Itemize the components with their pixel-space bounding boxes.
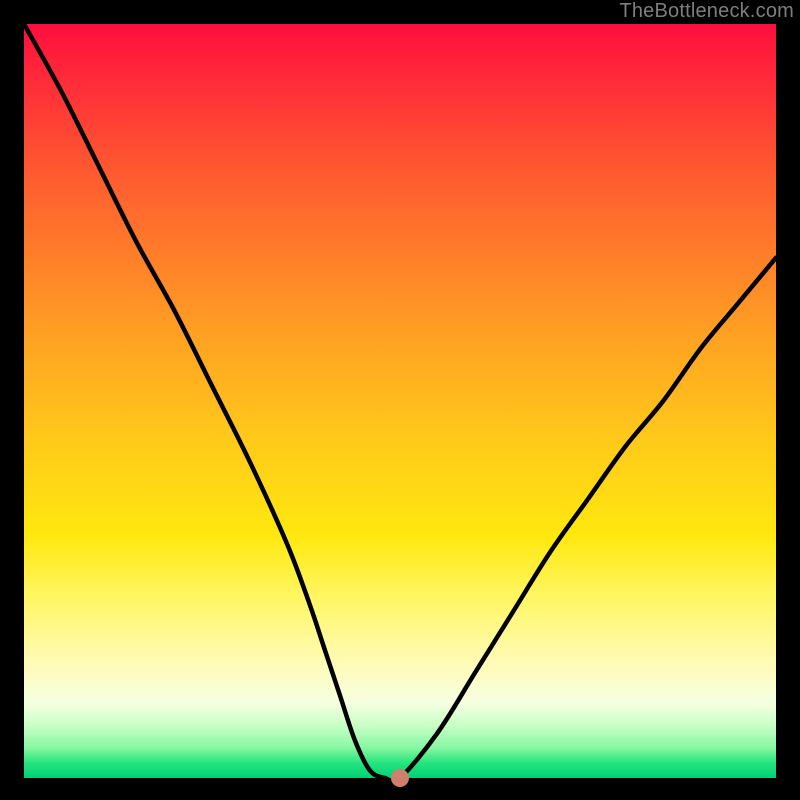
plot-area — [24, 24, 776, 778]
bottleneck-curve — [24, 24, 776, 778]
watermark-text: TheBottleneck.com — [619, 0, 794, 23]
optimum-marker — [391, 769, 409, 787]
chart-frame: TheBottleneck.com — [0, 0, 800, 800]
